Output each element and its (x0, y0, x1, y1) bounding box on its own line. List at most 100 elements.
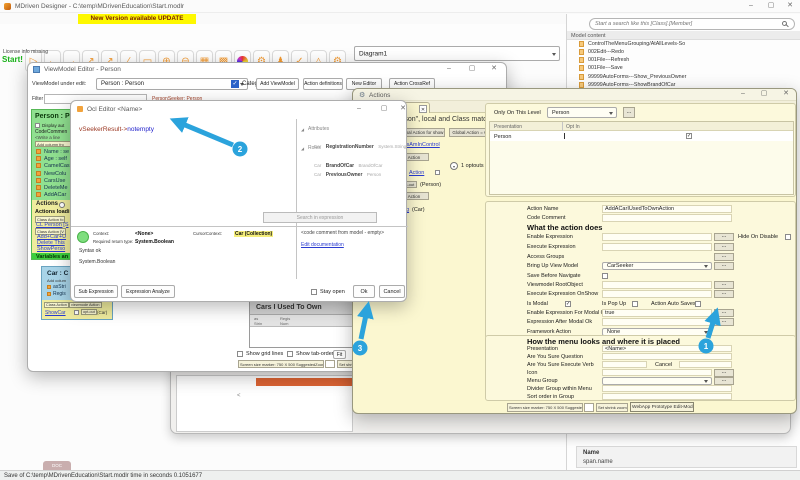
ays-question-field[interactable] (602, 353, 732, 360)
optout-checkbox[interactable] (74, 310, 79, 315)
webapp-prototype-button[interactable]: WebApp Prototype Edit-Mode (630, 402, 694, 412)
enable-modal-ok-field[interactable]: true (602, 309, 712, 317)
scroll-left-icon[interactable]: < (237, 393, 241, 399)
grid-col-asstring[interactable]: as Strin (254, 316, 262, 326)
action-definitions-button[interactable]: Action definitions (303, 78, 343, 90)
viewmodel-rootobject-dots-button[interactable]: ... (714, 281, 734, 289)
action-checkbox[interactable] (435, 170, 440, 175)
bring-up-viewmodel-dots-button[interactable]: ... (714, 262, 734, 270)
viewmodel-rootobject-field[interactable] (602, 281, 712, 289)
close-button[interactable]: ✕ (396, 105, 410, 113)
save-before-navigate-checkbox[interactable] (602, 273, 608, 279)
optouts-expander-icon[interactable]: ▾ (450, 162, 458, 170)
expander-icon[interactable]: ◢ (301, 146, 304, 151)
expression-analyze-button[interactable]: Expression Analyze (121, 285, 175, 298)
table-row[interactable]: Person (490, 131, 793, 141)
show-tab-order-checkbox[interactable] (287, 351, 293, 357)
doc-tab[interactable]: DOC (43, 461, 71, 470)
close-button[interactable]: ✕ (779, 90, 793, 98)
model-item[interactable]: 002Edit---Redo (577, 48, 799, 56)
expression-after-ok-field[interactable] (602, 318, 712, 326)
diagram-select[interactable]: Diagram1 (354, 46, 560, 61)
update-banner[interactable]: New Version available UPDATE (78, 14, 196, 24)
expander-icon[interactable]: ◢ (301, 127, 304, 132)
add-viewmodel-button[interactable]: Add ViewModel (256, 78, 299, 90)
model-search-input[interactable] (589, 18, 795, 30)
col-presentation[interactable]: Presentation (494, 124, 522, 130)
execute-onshow-dots-button[interactable]: ... (714, 290, 734, 298)
display-checkbox[interactable] (35, 123, 40, 128)
show-grid-lines-checkbox[interactable] (237, 351, 243, 357)
maximize-button[interactable]: ▢ (377, 105, 391, 113)
show-car-link[interactable]: ShowCar (45, 310, 66, 316)
car-column-item[interactable]: asStri (53, 284, 66, 290)
suggested-zoom-input[interactable] (325, 360, 335, 368)
maximize-button[interactable]: ▢ (465, 65, 479, 73)
model-item[interactable]: 001File---Save (577, 65, 799, 73)
minimize-button[interactable]: – (744, 2, 758, 10)
code-comment-field[interactable] (602, 214, 732, 222)
enable-expression-dots-button[interactable]: ... (714, 233, 734, 241)
execute-onshow-field[interactable] (602, 290, 712, 298)
access-groups-dots-button[interactable]: ... (714, 253, 734, 261)
tree-attributes-label[interactable]: Attributes (308, 126, 329, 132)
expression-after-ok-dots-button[interactable]: ... (714, 318, 734, 326)
tree-item-previousowner[interactable]: Car PreviousOwner Person (314, 163, 381, 181)
optin-checkbox[interactable] (686, 133, 692, 139)
under-edit-select[interactable]: Person : Person (96, 78, 248, 90)
car-column-item[interactable]: Regis (53, 291, 66, 297)
minimize-button[interactable]: – (442, 65, 456, 73)
grid-col-regnum[interactable]: Regis Num (280, 316, 290, 326)
close-button[interactable]: ✕ (487, 65, 501, 73)
maximize-button[interactable]: ▢ (757, 90, 771, 98)
action-link[interactable]: Action (409, 170, 424, 176)
enable-modal-ok-dots-button[interactable]: ... (714, 309, 734, 317)
bring-up-viewmodel-select[interactable]: CarSeeker (602, 262, 712, 270)
auto-saves-checkbox[interactable] (695, 301, 701, 307)
tab-close-icon[interactable]: ✕ (419, 105, 427, 113)
execute-expression-dots-button[interactable]: ... (714, 243, 734, 251)
search-in-expression-box[interactable]: Search in expression (263, 212, 377, 223)
ays-cancel-field[interactable] (679, 361, 732, 368)
only-level-dots-button[interactable]: ... (623, 107, 635, 118)
edit-documentation-link[interactable]: Edit documentation (301, 242, 344, 248)
hide-on-disable-checkbox[interactable] (785, 234, 791, 240)
divider-group-field[interactable] (602, 385, 732, 392)
collapse-circle-icon[interactable] (59, 202, 65, 208)
presentation-field[interactable]: <Name> (602, 345, 732, 352)
model-item[interactable]: 001File---Refresh (577, 57, 799, 65)
close-button[interactable]: ✕ (783, 2, 797, 10)
sort-order-field[interactable] (602, 393, 732, 400)
enable-expression-field[interactable] (602, 233, 712, 241)
is-modal-checkbox[interactable] (565, 301, 571, 307)
maximize-button[interactable]: ▢ (764, 2, 778, 10)
sub-expression-button[interactable]: Sub Expression (74, 285, 118, 298)
only-level-select[interactable]: Person (547, 107, 617, 118)
shrink-zoom-button[interactable]: Set shrink zoom to fit (596, 403, 628, 412)
model-item[interactable]: ControlTheMenuGrouping/AtAllLevels-So (577, 40, 799, 48)
tree-roles-label[interactable]: Roles (308, 145, 321, 151)
minimize-button[interactable]: – (736, 90, 750, 98)
icon-dots-button[interactable]: ... (714, 369, 734, 377)
tree-item-registrationnumber[interactable]: Car RegistrationNumber System.String (314, 135, 406, 153)
fit-button[interactable]: Fit (333, 350, 346, 359)
execute-expression-field[interactable] (602, 243, 712, 251)
ok-button[interactable]: Ok (353, 285, 375, 298)
suggested-zoom-input[interactable] (584, 403, 594, 412)
icon-field[interactable] (602, 369, 712, 376)
ocl-expression[interactable]: vSeekerResult->notempty (79, 125, 154, 133)
is-popup-checkbox[interactable] (632, 301, 638, 307)
cancel-button[interactable]: Cancel (379, 285, 405, 298)
car-add-column[interactable]: Add colum (47, 278, 66, 283)
show-person-link[interactable]: ShowPerso (37, 246, 65, 252)
action-name-field[interactable]: AddACarIUsedToOwnAction (602, 205, 732, 213)
categ-checkbox[interactable] (231, 80, 239, 88)
start-button[interactable]: Start! (2, 55, 23, 64)
ays-verb-field[interactable] (602, 361, 647, 368)
model-item[interactable]: 99999AutoForms---Show_PreviousOwner (577, 73, 799, 81)
stay-open-checkbox[interactable] (311, 289, 317, 295)
menu-group-dots-button[interactable]: ... (714, 377, 734, 385)
menu-group-select[interactable] (602, 377, 712, 385)
cl-person-link[interactable]: CL Person [S (36, 222, 69, 228)
col-optin[interactable]: Opt In (566, 124, 580, 130)
